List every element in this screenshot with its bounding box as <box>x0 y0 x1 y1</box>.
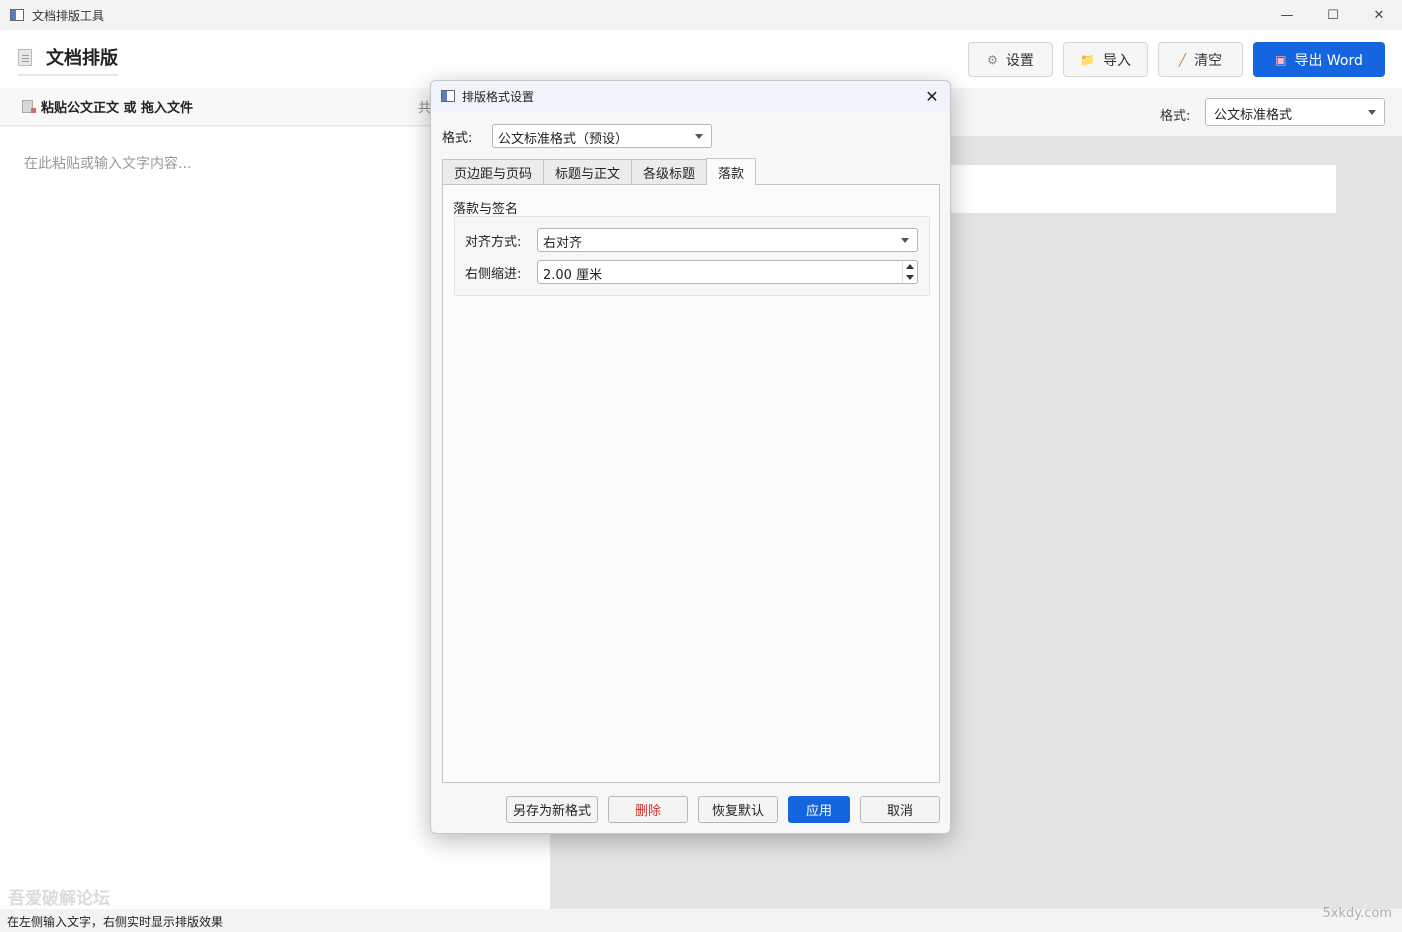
app-heading: 文档排版 <box>18 44 118 76</box>
tab-title-body[interactable]: 标题与正文 <box>543 159 633 185</box>
dialog-title: 排版格式设置 <box>462 89 535 104</box>
status-text: 在左侧输入文字，右侧实时显示排版效果 <box>7 915 224 929</box>
restore-default-button[interactable]: 恢复默认 <box>698 796 778 823</box>
align-select[interactable]: 右对齐 <box>537 228 918 252</box>
input-panel-header: 粘贴公文正文 或 拖入文件 共 <box>0 88 440 126</box>
dialog-close-icon[interactable]: ✕ <box>920 84 944 108</box>
export-word-button[interactable]: ▣ 导出 Word <box>1253 42 1385 77</box>
status-bar: 在左侧输入文字，右侧实时显示排版效果 <box>0 909 1402 932</box>
close-icon[interactable]: ✕ <box>1356 0 1402 30</box>
indent-row: 右侧缩进: 2.00 厘米 <box>465 260 918 284</box>
document-icon <box>18 48 32 66</box>
cancel-button[interactable]: 取消 <box>860 796 940 823</box>
chevron-down-icon <box>1368 110 1376 115</box>
signature-group: 对齐方式: 右对齐 右侧缩进: 2.00 厘米 <box>454 216 930 296</box>
app-title: 文档排版 <box>46 48 118 69</box>
apply-button[interactable]: 应用 <box>788 796 850 823</box>
tab-headings[interactable]: 各级标题 <box>631 159 708 185</box>
spin-up-icon[interactable] <box>906 264 914 269</box>
folder-icon: 📁 <box>1080 52 1095 67</box>
format-settings-dialog: 排版格式设置 ✕ 格式: 公文标准格式（预设） 页边距与页码 标题与正文 各级标… <box>430 80 951 834</box>
input-panel-title: 粘贴公文正文 或 拖入文件 <box>41 101 194 116</box>
settings-tabs: 页边距与页码 标题与正文 各级标题 落款 <box>442 158 757 185</box>
spin-down-icon[interactable] <box>906 275 914 280</box>
save-as-new-format-button[interactable]: 另存为新格式 <box>506 796 598 823</box>
chevron-down-icon <box>695 134 703 139</box>
export-word-button-label: 导出 Word <box>1294 52 1363 69</box>
format-select[interactable]: 公文标准格式 <box>1205 98 1385 126</box>
watermark-left: 吾爱破解论坛 <box>8 889 110 909</box>
signature-tab-panel: 落款与签名 对齐方式: 右对齐 右侧缩进: 2.00 厘米 <box>442 184 940 783</box>
clear-button[interactable]: ╱ 清空 <box>1158 42 1243 77</box>
indent-spinbox[interactable]: 2.00 厘米 <box>537 260 918 284</box>
window-title: 文档排版工具 <box>32 8 105 23</box>
settings-button[interactable]: ⚙ 设置 <box>968 42 1053 77</box>
import-button-label: 导入 <box>1102 52 1131 69</box>
indent-value: 2.00 厘米 <box>543 268 603 283</box>
clear-button-label: 清空 <box>1194 52 1223 69</box>
dialog-format-value: 公文标准格式（预设） <box>498 132 629 147</box>
minimize-icon[interactable]: — <box>1264 0 1310 30</box>
format-label: 格式: <box>1160 109 1191 124</box>
app-window-icon <box>10 9 24 21</box>
dialog-titlebar: 排版格式设置 ✕ <box>431 81 950 111</box>
format-select-value: 公文标准格式 <box>1214 108 1293 123</box>
dialog-format-row: 格式: 公文标准格式（预设） <box>442 124 712 148</box>
import-button[interactable]: 📁 导入 <box>1063 42 1148 77</box>
tab-margins[interactable]: 页边距与页码 <box>442 159 545 185</box>
spin-buttons[interactable] <box>902 261 917 283</box>
tab-signature[interactable]: 落款 <box>706 158 757 185</box>
preview-header: 格式: 公文标准格式 <box>950 88 1402 136</box>
input-placeholder: 在此粘贴或输入文字内容... <box>24 156 192 172</box>
gear-icon: ⚙ <box>987 52 998 67</box>
delete-button[interactable]: 删除 <box>608 796 688 823</box>
align-label: 对齐方式: <box>465 234 522 250</box>
dialog-format-label: 格式: <box>442 130 473 146</box>
word-icon: ▣ <box>1275 52 1287 67</box>
watermark-right: 5xkdy.com <box>1322 906 1392 921</box>
align-row: 对齐方式: 右对齐 <box>465 228 918 252</box>
window-titlebar: 文档排版工具 — ☐ ✕ <box>0 0 1402 30</box>
signature-group-title: 落款与签名 <box>453 202 519 217</box>
paste-icon <box>22 100 36 113</box>
align-value: 右对齐 <box>543 236 583 251</box>
preview-page <box>950 165 1336 213</box>
indent-label: 右侧缩进: <box>465 266 522 282</box>
chevron-down-icon <box>901 238 909 243</box>
settings-button-label: 设置 <box>1005 52 1034 69</box>
dialog-format-select[interactable]: 公文标准格式（预设） <box>492 124 712 148</box>
dialog-app-icon <box>441 90 455 102</box>
broom-icon: ╱ <box>1178 52 1187 67</box>
maximize-icon[interactable]: ☐ <box>1310 0 1356 30</box>
window-controls: — ☐ ✕ <box>1264 0 1402 30</box>
